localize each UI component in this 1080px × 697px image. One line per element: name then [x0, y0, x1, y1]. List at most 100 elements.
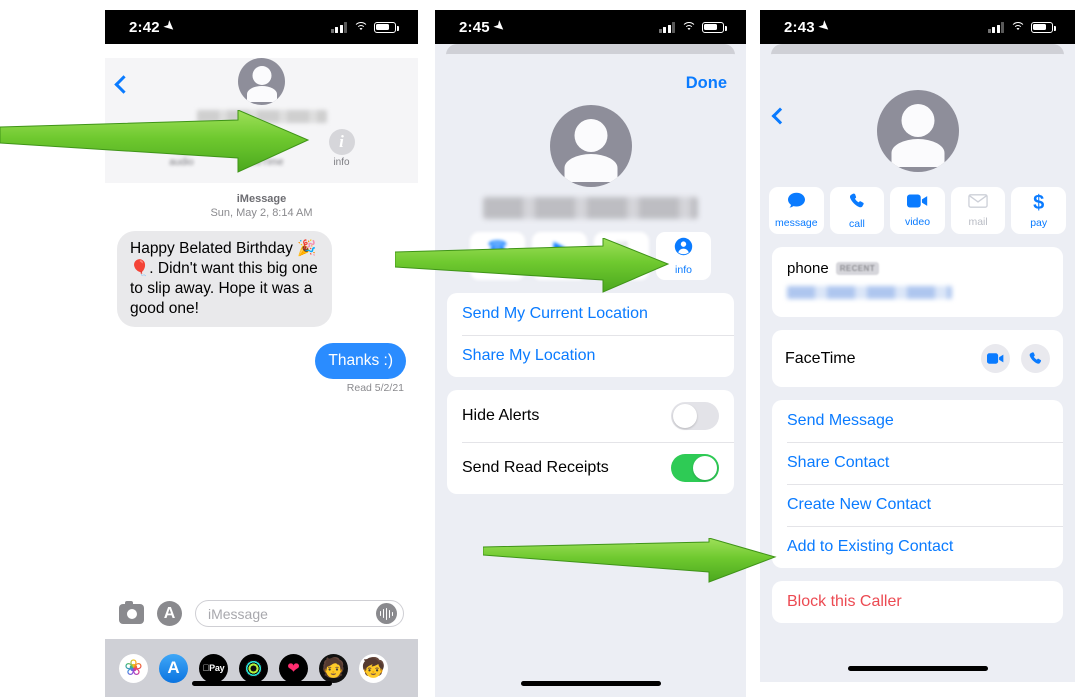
contact-actions-group: Send Message Share Contact Create New Co…	[772, 400, 1063, 568]
action-tile-info-label: info	[675, 263, 692, 276]
health-app-icon[interactable]	[279, 653, 308, 683]
location-arrow-icon: ➤	[491, 17, 509, 35]
avatar[interactable]	[238, 58, 285, 105]
facetime-buttons	[981, 344, 1050, 373]
create-new-contact-label: Create New Contact	[787, 496, 932, 513]
action-tile-mail-label: mail	[968, 215, 988, 228]
memoji-app-icon-1[interactable]	[319, 653, 348, 683]
cellular-bars-icon	[987, 21, 1004, 33]
person-circle-icon	[674, 237, 693, 260]
phone-icon	[1029, 352, 1042, 364]
share-my-location-row[interactable]: Share My Location	[447, 335, 734, 377]
status-bar-indicators-phone2	[658, 21, 727, 33]
outgoing-message-row: Thanks :)	[117, 327, 406, 379]
status-bar-phone3: 2:43 ➤	[760, 10, 1075, 44]
status-bar-time-phone1: 2:42 ➤	[129, 18, 178, 36]
app-store-icon[interactable]: A	[157, 601, 182, 626]
back-chevron-icon[interactable]	[771, 107, 789, 125]
action-tile-pay-label: pay	[1030, 216, 1048, 229]
phone-icon	[848, 192, 866, 214]
send-message-label: Send Message	[787, 412, 894, 429]
share-my-location-label: Share My Location	[462, 347, 596, 364]
send-my-current-location-row[interactable]: Send My Current Location	[447, 293, 734, 335]
facetime-card: FaceTime	[772, 330, 1063, 387]
action-tile-video[interactable]: video	[890, 187, 945, 234]
location-options-group: Send My Current Location Share My Locati…	[447, 293, 734, 377]
photos-app-icon[interactable]	[119, 653, 148, 683]
send-read-receipts-label: Send Read Receipts	[462, 459, 609, 476]
add-to-existing-contact-label: Add to Existing Contact	[787, 538, 954, 555]
imessage-service-label: iMessage	[236, 193, 287, 205]
conversation-timestamp: Sun, May 2, 8:14 AM	[210, 207, 313, 219]
apple-pay-app-icon[interactable]: Pay	[199, 653, 228, 683]
wifi-icon	[353, 21, 368, 33]
read-receipt: Read 5/2/21	[346, 382, 404, 394]
header-action-info[interactable]: i info	[316, 129, 368, 168]
recent-badge: RECENT	[835, 262, 880, 275]
create-new-contact-row[interactable]: Create New Contact	[772, 484, 1063, 526]
action-tile-message-label: message	[775, 217, 818, 229]
send-read-receipts-toggle[interactable]	[671, 454, 719, 482]
block-caller-group: Block this Caller	[772, 581, 1063, 623]
send-message-row[interactable]: Send Message	[772, 400, 1063, 442]
phone-screenshot-contact-card: 2:43 ➤ message call video mail $ pay pho…	[760, 10, 1075, 682]
action-tile-mail[interactable]: mail	[950, 187, 1006, 234]
home-indicator-phone2	[520, 681, 661, 686]
hide-alerts-row[interactable]: Hide Alerts	[447, 390, 734, 442]
action-tile-call[interactable]: call	[829, 187, 885, 234]
back-chevron-icon[interactable]	[114, 75, 133, 94]
avatar[interactable]	[549, 105, 632, 187]
home-indicator-phone3	[847, 666, 988, 671]
home-indicator-phone1	[191, 681, 332, 686]
status-time-text: 2:45	[459, 18, 490, 36]
message-input-field[interactable]: iMessage	[195, 600, 404, 627]
details-sheet: Done ☎ call ▶ video ✉ mail	[435, 54, 746, 697]
message-list: iMessage Sun, May 2, 8:14 AM Happy Belat…	[105, 183, 418, 394]
phone-label: phone	[787, 260, 829, 277]
camera-icon[interactable]	[119, 600, 144, 624]
send-my-current-location-label: Send My Current Location	[462, 305, 648, 322]
contact-action-row: message call video mail $ pay	[760, 187, 1075, 234]
message-bubble-outgoing[interactable]: Thanks :)	[315, 343, 406, 379]
arrow-to-block-this-caller	[483, 538, 777, 584]
done-button[interactable]: Done	[686, 74, 727, 93]
share-contact-row[interactable]: Share Contact	[772, 442, 1063, 484]
battery-icon	[374, 21, 399, 33]
action-tile-pay[interactable]: $ pay	[1011, 187, 1066, 234]
fitness-app-icon[interactable]	[239, 653, 268, 683]
arrow-to-info-button-phone1	[0, 110, 310, 176]
status-bar-phone2: 2:45 ➤	[435, 10, 746, 44]
phone-number-card[interactable]: phone RECENT	[772, 247, 1063, 317]
audio-waveform-icon[interactable]	[376, 603, 397, 624]
battery-icon	[1031, 21, 1056, 33]
location-arrow-icon: ➤	[161, 17, 179, 35]
message-bubble-incoming[interactable]: Happy Belated Birthday 🎉🎈. Didn't want t…	[117, 231, 332, 327]
block-this-caller-label: Block this Caller	[787, 593, 902, 610]
action-tile-message[interactable]: message	[769, 187, 824, 234]
hide-alerts-toggle[interactable]	[671, 402, 719, 430]
memoji-app-icon-2[interactable]	[359, 653, 388, 683]
header-action-info-label: info	[333, 157, 350, 168]
message-input-placeholder: iMessage	[208, 605, 268, 622]
send-read-receipts-row[interactable]: Send Read Receipts	[447, 442, 734, 494]
wifi-icon	[1010, 21, 1025, 33]
location-arrow-icon: ➤	[816, 17, 834, 35]
info-icon: i	[328, 129, 355, 155]
wifi-icon	[681, 21, 696, 33]
app-store-app-icon[interactable]: A	[159, 653, 188, 683]
facetime-audio-button[interactable]	[1021, 344, 1050, 373]
phone-number-blurred	[787, 286, 952, 299]
phone-screenshot-details-sheet: 2:45 ➤ Done ☎ call ▶ video	[435, 10, 746, 697]
action-tile-call-label: call	[849, 217, 865, 230]
screenshot-canvas: 2:42 ➤ audio FaceTime i info iMessage Su…	[0, 0, 1080, 697]
avatar[interactable]	[876, 90, 959, 172]
video-icon	[987, 353, 1004, 364]
facetime-video-button[interactable]	[981, 344, 1010, 373]
add-to-existing-contact-row[interactable]: Add to Existing Contact	[772, 526, 1063, 568]
status-bar-indicators-phone1	[330, 21, 399, 33]
conversation-meta: iMessage Sun, May 2, 8:14 AM	[117, 183, 406, 220]
contact-name-blurred	[483, 197, 698, 219]
alert-settings-group: Hide Alerts Send Read Receipts	[447, 390, 734, 494]
block-this-caller-row[interactable]: Block this Caller	[772, 581, 1063, 623]
status-bar-time-phone3: 2:43 ➤	[784, 18, 833, 36]
